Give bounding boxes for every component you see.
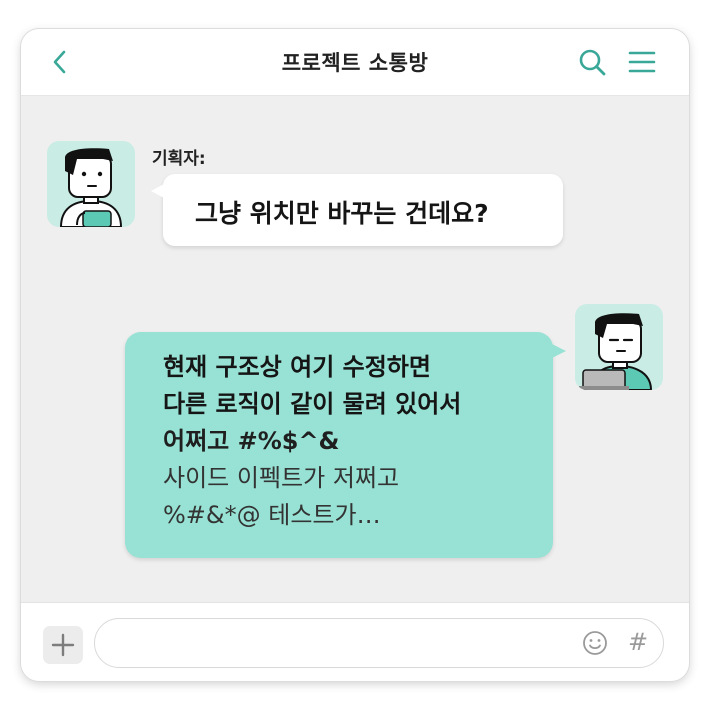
developer-avatar[interactable]	[575, 304, 663, 390]
emoji-button[interactable]	[582, 630, 608, 656]
search-icon	[579, 49, 606, 76]
chat-header: 프로젝트 소통방	[21, 29, 689, 96]
message-line: 현재 구조상 여기 수정하면	[163, 353, 431, 381]
message-bubble-right[interactable]: 현재 구조상 여기 수정하면 다른 로직이 같이 물려 있어서 어쩌고 #%$^…	[125, 332, 566, 558]
planner-avatar-illustration	[59, 148, 123, 227]
message-line: 다른 로직이 같이 물려 있어서	[163, 390, 462, 418]
message-line: %#&*@ 테스트가…	[163, 501, 381, 529]
search-button[interactable]	[577, 47, 607, 77]
message-input-bar: #	[21, 602, 689, 681]
plus-icon	[51, 633, 75, 657]
message-text-block: 현재 구조상 여기 수정하면 다른 로직이 같이 물려 있어서 어쩌고 #%$^…	[163, 349, 461, 534]
developer-avatar-illustration	[579, 313, 653, 390]
planner-avatar[interactable]	[47, 141, 135, 227]
menu-button[interactable]	[627, 47, 657, 77]
message-input[interactable]	[94, 618, 664, 668]
message-line: 사이드 이펙트가 저쩌고	[163, 464, 400, 492]
attach-button[interactable]	[43, 626, 83, 664]
message-text: 그냥 위치만 바꾸는 건데요?	[195, 199, 489, 228]
sender-name: 기획자:	[152, 149, 206, 169]
message-bubble-left[interactable]: 그냥 위치만 바꾸는 건데요?	[151, 174, 563, 246]
hamburger-menu-icon	[628, 51, 656, 73]
chat-window: 프로젝트 소통방 기획자: 그냥 위치만 바꾸는 건데요? 현재 구조상 여기 …	[21, 29, 689, 681]
message-line: 어쩌고 #%$^&	[163, 427, 340, 455]
hashtag-button[interactable]: #	[625, 628, 651, 656]
emoji-smile-icon	[583, 631, 607, 655]
